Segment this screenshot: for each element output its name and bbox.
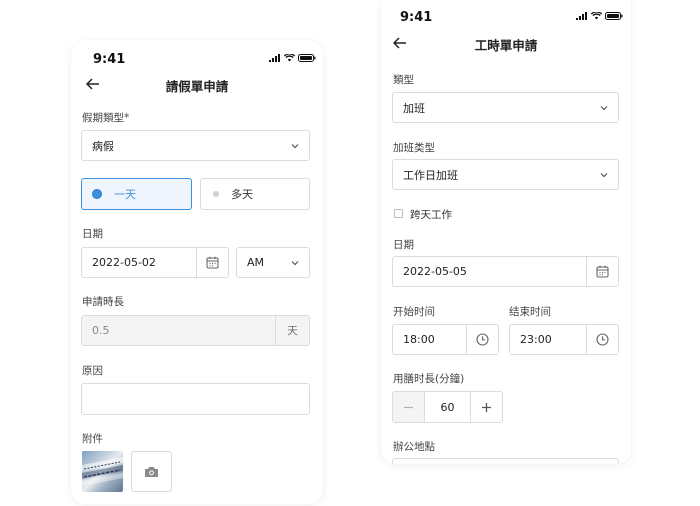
start-time-picker-button[interactable] [466,325,498,354]
chevron-down-icon [600,172,608,177]
page-title: 請假單申請 [165,79,229,94]
type-select[interactable]: 加班 [392,92,619,123]
camera-icon [145,466,158,477]
type-value: 加班 [403,101,425,115]
minus-icon [404,406,413,408]
duration-option-label: 多天 [231,188,253,201]
hours-label: 申請時長 [82,296,124,308]
battery-icon [605,12,623,20]
clock-icon [476,333,489,346]
date-label: 日期 [393,239,414,251]
wifi-icon [591,12,602,20]
signal-icon [269,54,280,62]
ot-type-select[interactable]: 工作日加班 [392,159,619,190]
meal-time-stepper: 60 [392,391,503,423]
wifi-icon [284,54,295,62]
date-picker-button[interactable] [196,248,228,277]
period-value: AM [247,256,265,269]
start-time-label: 开始时间 [393,306,435,318]
cross-day-checkbox[interactable] [394,209,403,218]
upload-photo-button[interactable] [131,451,172,492]
leave-type-label: 假期類型* [82,112,130,124]
status-time: 9:41 [93,52,126,67]
status-time: 9:41 [400,10,433,25]
hours-unit: 天 [275,316,309,345]
cross-day-label: 跨天工作 [410,209,452,221]
office-select[interactable] [392,458,619,464]
plus-icon [482,402,491,412]
date-label: 日期 [82,228,103,240]
attachment-image [82,457,123,486]
hours-value: 0.5 [92,324,110,337]
reason-label: 原因 [82,365,103,377]
battery-icon [298,54,316,62]
duration-option-label: 一天 [114,188,136,201]
clock-icon [596,333,609,346]
office-label: 辦公地點 [393,441,435,453]
reason-input[interactable] [81,383,310,415]
leave-type-value: 病假 [92,139,114,153]
type-label: 類型 [393,74,414,86]
status-icons [269,54,316,62]
start-time-value: 18:00 [403,333,435,346]
radio-selected-icon [92,189,102,199]
end-time-input[interactable]: 23:00 [509,324,619,355]
chevron-down-icon [600,105,608,110]
radio-unselected-icon [213,191,219,197]
date-input[interactable]: 2022-05-05 [392,256,619,287]
date-picker-button[interactable] [586,257,618,286]
meal-time-value[interactable]: 60 [424,392,471,422]
decrement-button[interactable] [393,392,424,422]
attachment-label: 附件 [82,433,103,445]
chevron-down-icon [291,260,299,265]
attachment-thumbnail[interactable] [82,451,123,492]
timesheet-application-screen: 9:41 工時單申請 類型 加班 加班类型 工作日加班 跨天工作 日期 2022… [381,0,631,464]
signal-icon [576,12,587,20]
leave-application-screen: 9:41 請假單申請 假期類型* 病假 一天 多天 日期 2022-05-02 … [71,40,323,504]
end-time-label: 结束时间 [509,306,551,318]
duration-option-multi-day[interactable]: 多天 [200,178,310,210]
ot-type-label: 加班类型 [393,142,435,154]
leave-type-select[interactable]: 病假 [81,130,310,161]
date-value: 2022-05-05 [403,265,467,278]
start-time-input[interactable]: 18:00 [392,324,499,355]
status-icons [576,12,623,20]
date-input[interactable]: 2022-05-02 [81,247,229,278]
end-time-value: 23:00 [520,333,552,346]
date-value: 2022-05-02 [92,256,156,269]
ot-type-value: 工作日加班 [403,168,458,182]
chevron-down-icon [291,143,299,148]
duration-option-one-day[interactable]: 一天 [81,178,192,210]
calendar-icon [206,256,219,269]
page-title: 工時單申請 [474,38,538,53]
meal-time-label: 用膳时長(分鐘) [393,373,465,385]
period-select[interactable]: AM [236,247,310,278]
end-time-picker-button[interactable] [586,325,618,354]
hours-input: 0.5 天 [81,315,310,346]
increment-button[interactable] [471,392,502,422]
calendar-icon [596,265,609,278]
